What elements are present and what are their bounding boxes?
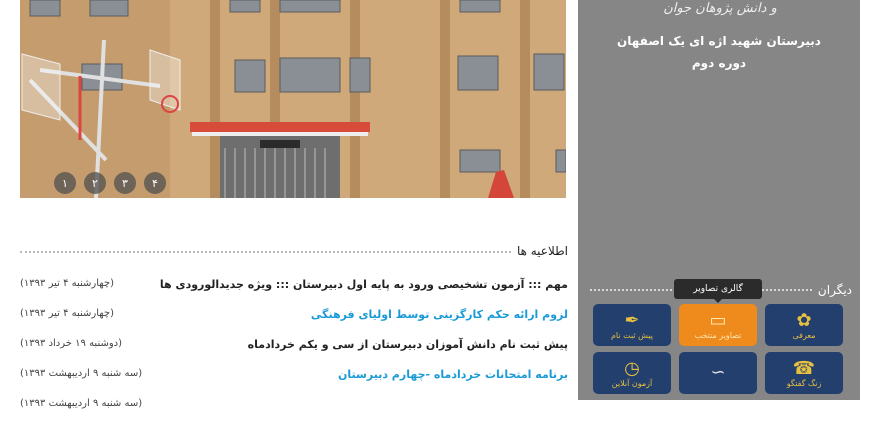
slider-pagination: ۱ ۲ ۳ ۴ (54, 172, 166, 194)
gallery-icon: ▭ (709, 309, 727, 331)
list-item: (سه شنبه ۹ اردیبهشت ۱۳۹۳) (20, 398, 568, 428)
announcement-date: (دوشنبه ۱۹ خرداد ۱۳۹۳) (20, 338, 123, 349)
calligraphy-tile[interactable]: ∽ (679, 352, 757, 394)
site-logo: و دانش پژوهان جوان (663, 1, 777, 16)
chat-tile[interactable]: ☎ زنگ گفتگو (765, 352, 843, 394)
pre-registration-tile[interactable]: ✒ پیش ثبت نام (593, 304, 671, 346)
tile-label: تصاویر منتخب (694, 330, 742, 340)
announcement-link[interactable]: پیش ثبت نام دانش آموزان دبیرستان از سی و… (248, 338, 568, 351)
list-item: برنامه امتحانات خردادماه -چهارم دبیرستان… (20, 368, 568, 398)
announcement-date: (سه شنبه ۹ اردیبهشت ۱۳۹۳) (20, 368, 143, 379)
pen-icon: ✒ (624, 309, 640, 331)
logo-text: و دانش پژوهان جوان (663, 1, 777, 16)
tile-label: پیش ثبت نام (610, 330, 654, 340)
others-title: دیگران (817, 283, 852, 297)
announcements-section: اطلاعیه ها مهم ::: آزمون تشخیصی ورود به … (20, 244, 568, 428)
calligraphy-icon: ∽ (710, 362, 726, 383)
gallery-tooltip: گالری تصاویر (674, 279, 762, 303)
slider-dot-1[interactable]: ۱ (54, 172, 76, 194)
announcement-link[interactable]: مهم ::: آزمون تشخیصی ورود به پایه اول دب… (160, 278, 568, 291)
clock-icon: ◷ (624, 357, 640, 379)
tile-label: معرفی (792, 330, 816, 340)
school-building-image (20, 0, 566, 198)
school-name: دبیرستان شهید اژه ای یک اصفهان (617, 34, 821, 48)
list-item: لزوم ارائه حکم کارگزینی توسط اولیای فرهن… (20, 308, 568, 338)
tile-label: آزمون آنلاین (611, 378, 653, 388)
school-photo-slider[interactable]: ۱ ۲ ۳ ۴ (20, 0, 566, 198)
slider-dot-2[interactable]: ۲ (84, 172, 106, 194)
introduction-tile[interactable]: ✿ معرفی (765, 304, 843, 346)
school-info: دبیرستان شهید اژه ای یک اصفهان دوره دوم (578, 30, 860, 74)
slider-dot-3[interactable]: ۳ (114, 172, 136, 194)
announcement-link[interactable]: لزوم ارائه حکم کارگزینی توسط اولیای فرهن… (311, 308, 568, 321)
announcement-date: (چهارشنبه ۴ تیر ۱۳۹۳) (20, 278, 114, 289)
announcements-title: اطلاعیه ها (516, 244, 568, 258)
flower-icon: ✿ (796, 309, 812, 331)
announcement-date: (چهارشنبه ۴ تیر ۱۳۹۳) (20, 308, 114, 319)
announcement-link[interactable]: برنامه امتحانات خردادماه -چهارم دبیرستان (338, 368, 568, 381)
gallery-tile[interactable]: ▭ تصاویر منتخب (679, 304, 757, 346)
school-course: دوره دوم (691, 56, 747, 70)
list-item: پیش ثبت نام دانش آموزان دبیرستان از سی و… (20, 338, 568, 368)
list-item: مهم ::: آزمون تشخیصی ورود به پایه اول دب… (20, 278, 568, 308)
tile-label: زنگ گفتگو (786, 378, 822, 388)
chat-icon: ☎ (792, 357, 816, 379)
online-exam-tile[interactable]: ◷ آزمون آنلاین (593, 352, 671, 394)
announcements-header: اطلاعیه ها (20, 244, 568, 258)
announcements-list: مهم ::: آزمون تشخیصی ورود به پایه اول دب… (20, 278, 568, 428)
slider-dot-4[interactable]: ۴ (144, 172, 166, 194)
dotted-divider (20, 251, 511, 253)
